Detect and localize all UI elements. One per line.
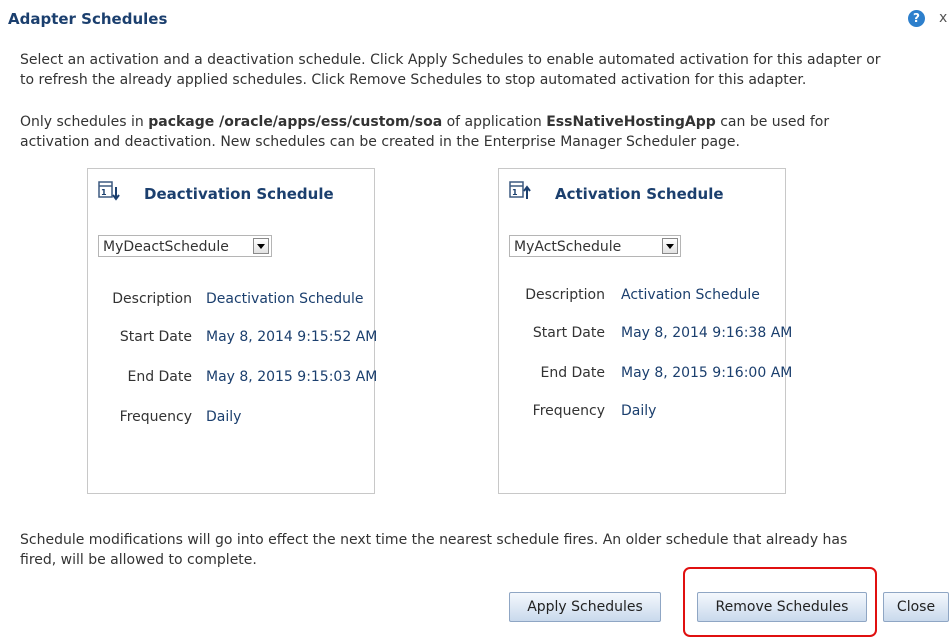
frequency-value: Daily <box>621 403 657 419</box>
svg-text:1: 1 <box>512 188 518 197</box>
intro-text: Select an activation and a deactivation … <box>20 50 950 90</box>
intro-line-2: to refresh the already applied schedules… <box>20 72 807 88</box>
chevron-down-icon[interactable] <box>662 238 678 254</box>
close-icon[interactable]: x <box>939 10 947 26</box>
start-date-value: May 8, 2014 9:15:52 AM <box>206 329 378 345</box>
apply-schedules-button[interactable]: Apply Schedules <box>509 592 661 622</box>
activation-description-row: Description Activation Schedule <box>499 287 785 307</box>
package-note: Only schedules in package /oracle/apps/e… <box>20 112 950 152</box>
activation-panel: 1 Activation Schedule MyActSchedule Desc… <box>498 168 792 494</box>
deactivation-schedule-select[interactable]: MyDeactSchedule <box>98 235 272 257</box>
application-name: EssNativeHostingApp <box>546 114 716 130</box>
intro-line-1: Select an activation and a deactivation … <box>20 52 881 68</box>
activation-end-row: End Date May 8, 2015 9:16:00 AM <box>499 365 792 385</box>
activation-start-row: Start Date May 8, 2014 9:16:38 AM <box>499 325 792 345</box>
frequency-value: Daily <box>206 409 242 425</box>
deactivation-selected-value: MyDeactSchedule <box>103 239 229 255</box>
annotation-highlight <box>683 567 877 637</box>
deactivation-end-row: End Date May 8, 2015 9:15:03 AM <box>88 369 378 389</box>
deactivation-frequency-row: Frequency Daily <box>88 409 374 429</box>
chevron-down-icon[interactable] <box>253 238 269 254</box>
start-date-label: Start Date <box>532 325 605 341</box>
description-value: Deactivation Schedule <box>206 291 364 307</box>
deactivation-title: Deactivation Schedule <box>144 185 334 203</box>
description-label: Description <box>112 291 192 307</box>
deactivation-description-row: Description Deactivation Schedule <box>88 291 374 311</box>
footer-note: Schedule modifications will go into effe… <box>20 530 950 570</box>
frequency-label: Frequency <box>532 403 605 419</box>
end-date-value: May 8, 2015 9:15:03 AM <box>206 369 378 385</box>
deactivation-panel: 1 Deactivation Schedule MyDeactSchedule … <box>87 168 378 494</box>
package-note-middle: of application <box>442 114 547 130</box>
package-note-suffix: can be used for <box>715 114 830 130</box>
close-button[interactable]: Close <box>883 592 949 622</box>
dialog-title: Adapter Schedules <box>8 10 168 28</box>
end-date-label: End Date <box>127 369 192 385</box>
activation-schedule-select[interactable]: MyActSchedule <box>509 235 681 257</box>
start-date-value: May 8, 2014 9:16:38 AM <box>621 325 793 341</box>
deactivation-start-row: Start Date May 8, 2014 9:15:52 AM <box>88 329 378 349</box>
activation-selected-value: MyActSchedule <box>514 239 622 255</box>
frequency-label: Frequency <box>119 409 192 425</box>
end-date-value: May 8, 2015 9:16:00 AM <box>621 365 793 381</box>
package-path: package /oracle/apps/ess/custom/soa <box>148 114 443 130</box>
help-icon[interactable]: ? <box>908 10 925 27</box>
svg-text:1: 1 <box>101 188 107 197</box>
calendar-down-arrow-icon: 1 <box>98 181 120 201</box>
activation-frequency-row: Frequency Daily <box>499 403 785 423</box>
description-value: Activation Schedule <box>621 287 760 303</box>
calendar-up-arrow-icon: 1 <box>509 181 531 199</box>
package-note-prefix: Only schedules in <box>20 114 149 130</box>
footer-note-line-1: Schedule modifications will go into effe… <box>20 532 848 548</box>
start-date-label: Start Date <box>119 329 192 345</box>
end-date-label: End Date <box>540 365 605 381</box>
package-note-line-1: Only schedules in package /oracle/apps/e… <box>20 112 950 132</box>
package-note-line-2: activation and deactivation. New schedul… <box>20 134 740 150</box>
description-label: Description <box>525 287 605 303</box>
activation-title: Activation Schedule <box>555 185 724 203</box>
